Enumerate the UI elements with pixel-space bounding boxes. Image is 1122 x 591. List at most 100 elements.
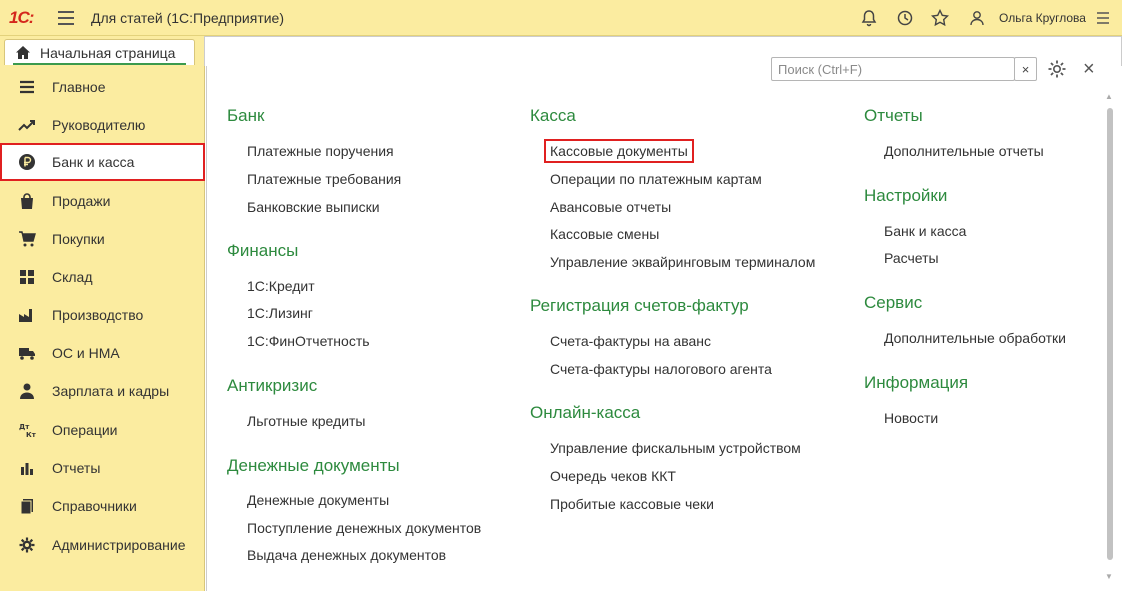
history-icon[interactable] [893, 6, 917, 30]
search-clear-button[interactable]: × [1014, 57, 1037, 81]
link-additional-reports[interactable]: Дополнительные отчеты [884, 143, 1044, 159]
link-money-docs[interactable]: Денежные документы [247, 492, 389, 508]
search-field[interactable] [771, 57, 1015, 81]
section-title-money-docs: Денежные документы [227, 456, 400, 475]
link-1c-leasing[interactable]: 1С:Лизинг [247, 305, 313, 321]
scroll-down-icon[interactable]: ▼ [1105, 572, 1113, 581]
link-settlements[interactable]: Расчеты [884, 250, 939, 266]
sidebar-item-manager[interactable]: Руководителю [0, 106, 205, 144]
bag-icon [17, 191, 37, 211]
sidebar-item-label: Отчеты [52, 460, 101, 476]
link-advance-invoices[interactable]: Счета-фактуры на аванс [550, 333, 711, 349]
section-title-online-cash: Онлайн-касса [530, 403, 641, 422]
link-money-docs-receipt[interactable]: Поступление денежных документов [247, 520, 481, 536]
book-icon [17, 496, 37, 516]
section-title-settings: Настройки [864, 186, 948, 205]
link-card-operations[interactable]: Операции по платежным картам [550, 171, 762, 187]
cart-icon [17, 229, 37, 249]
link-tax-agent-invoices[interactable]: Счета-фактуры налогового агента [550, 361, 772, 377]
tab-home[interactable]: Начальная страница [4, 39, 195, 65]
section-title-bank: Банк [227, 106, 265, 125]
window-title: Для статей (1С:Предприятие) [91, 10, 284, 26]
scroll-thumb[interactable] [1107, 108, 1113, 560]
sidebar-item-label: Администрирование [52, 537, 186, 553]
section-title-invoices: Регистрация счетов-фактур [530, 296, 749, 315]
link-payment-orders[interactable]: Платежные поручения [247, 143, 394, 159]
link-1c-credit[interactable]: 1С:Кредит [247, 278, 315, 294]
sidebar-item-warehouse[interactable]: Склад [0, 258, 205, 296]
sidebar-item-label: Производство [52, 307, 144, 323]
list-icon [17, 77, 37, 97]
svg-text:Кт: Кт [26, 431, 36, 438]
sidebar: Главное Руководителю Банк и касса Продаж… [0, 66, 205, 591]
sidebar-item-admin[interactable]: Администрирование [0, 526, 205, 564]
grid-icon [17, 267, 37, 287]
sidebar-item-main[interactable]: Главное [0, 68, 205, 106]
link-preferential-loans[interactable]: Льготные кредиты [247, 413, 366, 429]
link-cash-shifts[interactable]: Кассовые смены [550, 226, 659, 242]
user-icon[interactable] [965, 6, 989, 30]
link-advance-reports[interactable]: Авансовые отчеты [550, 199, 671, 215]
main-menu-icon[interactable] [58, 11, 74, 25]
sidebar-item-label: Руководителю [52, 117, 146, 133]
link-news[interactable]: Новости [884, 410, 938, 426]
app-logo: 1С: [9, 8, 34, 27]
sidebar-item-label: Главное [52, 79, 106, 95]
sidebar-item-assets[interactable]: ОС и НМА [0, 334, 205, 372]
coin-icon [17, 152, 37, 172]
bar-chart-icon [17, 458, 37, 478]
sidebar-item-label: Покупки [52, 231, 105, 247]
sidebar-item-production[interactable]: Производство [0, 296, 205, 334]
user-name[interactable]: Ольга Круглова [999, 11, 1086, 25]
sidebar-item-bank[interactable]: Банк и касса [0, 143, 205, 181]
search-input[interactable] [772, 58, 1014, 80]
star-icon[interactable] [928, 6, 952, 30]
sidebar-item-label: ОС и НМА [52, 345, 120, 361]
sidebar-item-label: Зарплата и кадры [52, 383, 170, 399]
link-bank-cash-settings[interactable]: Банк и касса [884, 223, 966, 239]
sidebar-item-operations[interactable]: Дт Кт Операции [0, 411, 205, 449]
section-title-finance: Финансы [227, 241, 299, 260]
link-acquiring-terminal[interactable]: Управление эквайринговым терминалом [550, 254, 815, 270]
section-title-service: Сервис [864, 293, 923, 312]
tab-home-label: Начальная страница [40, 45, 176, 61]
sidebar-item-label: Склад [52, 269, 93, 285]
link-fiscal-device[interactable]: Управление фискальным устройством [550, 440, 801, 456]
dt-kt-icon: Дт Кт [17, 420, 37, 440]
truck-icon [17, 343, 37, 363]
link-kkt-queue[interactable]: Очередь чеков ККТ [550, 468, 676, 484]
link-money-docs-issue[interactable]: Выдача денежных документов [247, 547, 446, 563]
link-1c-finreport[interactable]: 1С:ФинОтчетность [247, 333, 370, 349]
trend-up-icon [17, 115, 37, 135]
section-title-anticrisis: Антикризис [227, 376, 318, 395]
title-bar: 1С: Для статей (1С:Предприятие) Ольга Кр… [0, 0, 1122, 36]
sidebar-item-label: Справочники [52, 498, 137, 514]
bell-icon[interactable] [857, 6, 881, 30]
close-icon[interactable]: × [1083, 58, 1095, 80]
person-icon [17, 381, 37, 401]
scroll-up-icon[interactable]: ▲ [1105, 92, 1113, 101]
gear-icon [17, 535, 37, 555]
tab-active-underline [13, 63, 186, 65]
section-title-cash: Касса [530, 106, 576, 125]
vertical-scrollbar[interactable]: ▲ ▼ [1103, 92, 1115, 584]
sidebar-item-label: Банк и касса [52, 154, 135, 170]
sidebar-item-directories[interactable]: Справочники [0, 487, 205, 525]
link-printed-receipts[interactable]: Пробитые кассовые чеки [550, 496, 714, 512]
settings-gear-icon[interactable] [1047, 59, 1067, 84]
svg-text:Дт: Дт [19, 423, 30, 431]
sidebar-item-purchases[interactable]: Покупки [0, 220, 205, 258]
sidebar-item-sales[interactable]: Продажи [0, 182, 205, 220]
link-cash-documents[interactable]: Кассовые документы [544, 139, 694, 163]
sidebar-item-label: Операции [52, 422, 118, 438]
factory-icon [17, 305, 37, 325]
section-title-information: Информация [864, 373, 969, 392]
link-payment-requests[interactable]: Платежные требования [247, 171, 401, 187]
sidebar-item-reports[interactable]: Отчеты [0, 449, 205, 487]
link-additional-processing[interactable]: Дополнительные обработки [884, 330, 1066, 346]
home-icon [15, 45, 31, 65]
sidebar-item-payroll[interactable]: Зарплата и кадры [0, 372, 205, 410]
section-title-reports: Отчеты [864, 106, 923, 125]
menu-lines-icon[interactable] [1091, 6, 1115, 30]
link-bank-statements[interactable]: Банковские выписки [247, 199, 380, 215]
